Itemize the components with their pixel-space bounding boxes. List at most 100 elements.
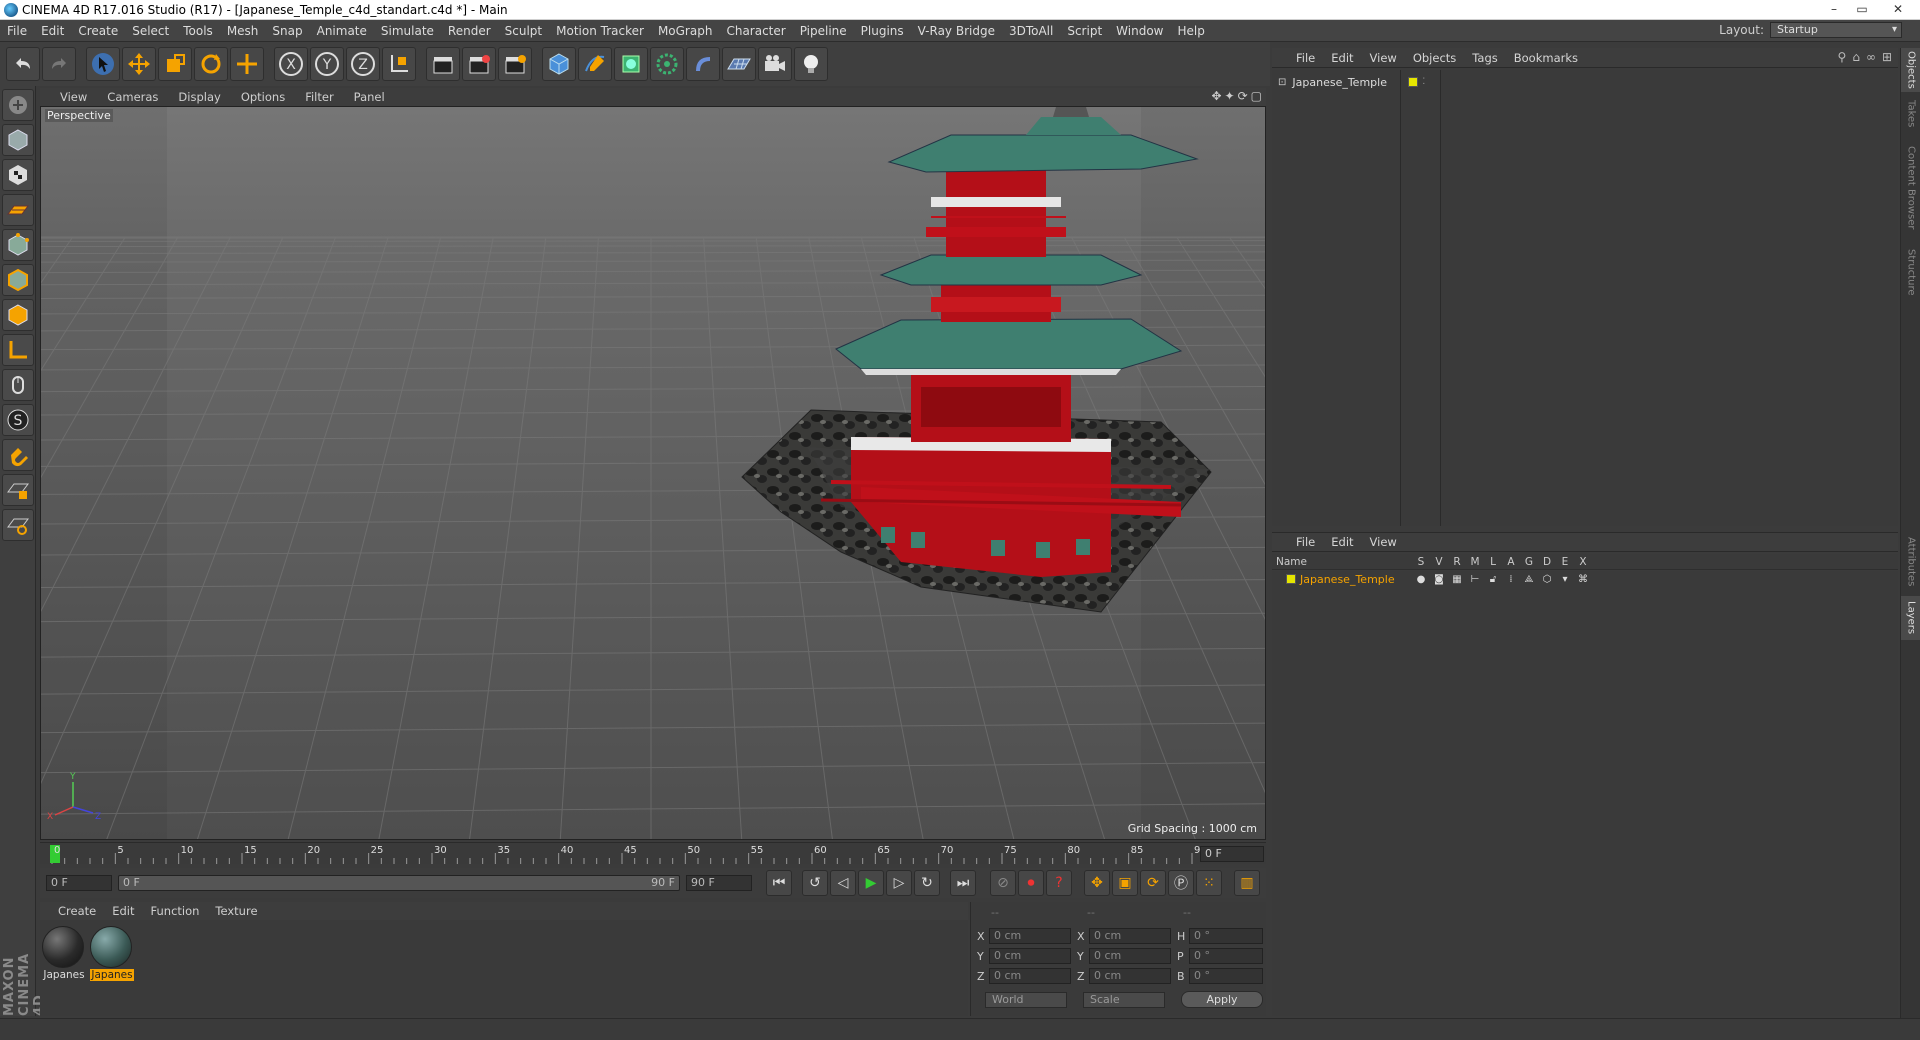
viewport-menu-filter[interactable]: Filter	[295, 90, 343, 104]
solo-mode-button[interactable]: S	[2, 404, 34, 436]
menu-snap[interactable]: Snap	[265, 24, 309, 38]
floor-object-button[interactable]	[722, 47, 756, 81]
autokeying-button[interactable]: ?	[1046, 870, 1072, 896]
tab-structure[interactable]: Structure	[1901, 242, 1920, 302]
key-rotation-button[interactable]: ⟳	[1140, 870, 1166, 896]
object-menu-bookmarks[interactable]: Bookmarks	[1506, 51, 1586, 65]
cube-object-button[interactable]	[542, 47, 576, 81]
render-settings-button[interactable]	[498, 47, 532, 81]
new-window-icon[interactable]: ⊞	[1882, 50, 1892, 64]
end-frame-field[interactable]: 90 F	[686, 875, 752, 891]
menu-motion-tracker[interactable]: Motion Tracker	[549, 24, 651, 38]
position-y-field[interactable]: 0 cm	[989, 948, 1071, 964]
animation-icon[interactable]: ⁞	[1502, 574, 1520, 585]
manager-icon[interactable]: ⊢	[1466, 574, 1484, 585]
tab-content-browser[interactable]: Content Browser	[1901, 138, 1920, 238]
scale-tool-button[interactable]	[158, 47, 192, 81]
light-object-button[interactable]	[794, 47, 828, 81]
col-locked[interactable]: L	[1484, 556, 1502, 568]
redo-button[interactable]	[42, 47, 76, 81]
minimize-button[interactable]: –	[1820, 0, 1848, 18]
solo-toggle-icon[interactable]: ●	[1412, 574, 1430, 585]
pan-icon[interactable]: ✥	[1211, 89, 1221, 103]
object-row[interactable]: ⊡ Japanese_Temple ⁚	[1272, 74, 1425, 90]
lock-workplane-button[interactable]	[2, 474, 34, 506]
col-generators[interactable]: G	[1520, 556, 1538, 568]
go-to-start-button[interactable]: ⏮	[766, 870, 792, 896]
menu-vray-bridge[interactable]: V-Ray Bridge	[911, 24, 1002, 38]
object-menu-view[interactable]: View	[1362, 51, 1405, 65]
size-y-field[interactable]: 0 cm	[1089, 948, 1171, 964]
material-swatch[interactable]: Japanes	[42, 926, 86, 981]
viewport-menu-display[interactable]: Display	[168, 90, 230, 104]
undo-button[interactable]	[6, 47, 40, 81]
tweak-mode-button[interactable]	[2, 369, 34, 401]
transform-tool-button[interactable]	[230, 47, 264, 81]
spline-pen-button[interactable]	[578, 47, 612, 81]
rotation-p-field[interactable]: 0 °	[1189, 948, 1263, 964]
z-axis-lock-button[interactable]: Z	[346, 47, 380, 81]
position-x-field[interactable]: 0 cm	[989, 928, 1071, 944]
close-button[interactable]: ✕	[1876, 0, 1920, 18]
orbit-icon[interactable]: ⟳	[1238, 89, 1248, 103]
render-clapper-icon[interactable]: ▦	[1448, 574, 1466, 585]
col-animation[interactable]: A	[1502, 556, 1520, 568]
menu-sculpt[interactable]: Sculpt	[498, 24, 549, 38]
maximize-button[interactable]: ▭	[1848, 0, 1876, 18]
material-swatch-selected[interactable]: Japanes	[90, 926, 134, 981]
col-name[interactable]: Name	[1272, 556, 1412, 568]
deformer-icon[interactable]: ⬡	[1538, 574, 1556, 585]
menu-mograph[interactable]: MoGraph	[651, 24, 720, 38]
object-name[interactable]: Japanese_Temple	[1292, 76, 1396, 89]
menu-simulate[interactable]: Simulate	[374, 24, 441, 38]
menu-3dtoall[interactable]: 3DToAll	[1002, 24, 1060, 38]
viewport-camera-label[interactable]: Perspective	[45, 109, 113, 122]
deformer-button[interactable]	[686, 47, 720, 81]
x-axis-lock-button[interactable]: X	[274, 47, 308, 81]
link-icon[interactable]: ∞	[1866, 50, 1876, 64]
layer-name[interactable]: Japanese_Temple	[1300, 573, 1395, 586]
rotation-b-field[interactable]: 0 °	[1189, 968, 1263, 984]
axis-mode-button[interactable]	[2, 334, 34, 366]
object-menu-file[interactable]: File	[1288, 51, 1323, 65]
coordinate-system-button[interactable]	[382, 47, 416, 81]
menu-character[interactable]: Character	[719, 24, 792, 38]
planar-workplane-button[interactable]	[2, 509, 34, 541]
polygons-mode-button[interactable]	[2, 299, 34, 331]
menu-select[interactable]: Select	[125, 24, 176, 38]
generator-icon[interactable]: ⟁	[1520, 574, 1538, 585]
start-frame-field[interactable]: 0 F	[46, 875, 112, 891]
size-z-field[interactable]: 0 cm	[1089, 968, 1171, 984]
col-expressions[interactable]: E	[1556, 556, 1574, 568]
key-pla-button[interactable]: ⁙	[1196, 870, 1222, 896]
menu-render[interactable]: Render	[441, 24, 498, 38]
expression-icon[interactable]: ▾	[1556, 574, 1574, 585]
menu-mesh[interactable]: Mesh	[220, 24, 266, 38]
viewport-menu-options[interactable]: Options	[231, 90, 295, 104]
layer-color-swatch[interactable]	[1408, 77, 1419, 87]
tab-attributes[interactable]: Attributes	[1901, 532, 1920, 592]
size-x-field[interactable]: 0 cm	[1089, 928, 1171, 944]
rotation-h-field[interactable]: 0 °	[1189, 928, 1263, 944]
preview-range-slider[interactable]: 0 F 90 F	[118, 875, 680, 891]
menu-file[interactable]: File	[0, 24, 34, 38]
menu-animate[interactable]: Animate	[310, 24, 374, 38]
xref-icon[interactable]: ⌘	[1574, 574, 1592, 585]
lock-icon[interactable]: 🔓︎	[1484, 574, 1502, 585]
key-parameter-button[interactable]: Ⓟ	[1168, 870, 1194, 896]
points-mode-button[interactable]	[2, 229, 34, 261]
apply-button[interactable]: Apply	[1181, 991, 1263, 1008]
viewport-menu-panel[interactable]: Panel	[344, 90, 395, 104]
record-active-objects-button[interactable]: ⏺	[1018, 870, 1044, 896]
position-z-field[interactable]: 0 cm	[989, 968, 1071, 984]
move-tool-button[interactable]	[122, 47, 156, 81]
play-button[interactable]: ▶	[858, 870, 884, 896]
go-to-end-button[interactable]: ⏭	[950, 870, 976, 896]
cloner-button[interactable]	[650, 47, 684, 81]
menu-window[interactable]: Window	[1109, 24, 1170, 38]
workplane-mode-button[interactable]	[2, 194, 34, 226]
col-solo[interactable]: S	[1412, 556, 1430, 568]
menu-edit[interactable]: Edit	[34, 24, 71, 38]
tab-layers[interactable]: Layers	[1901, 596, 1920, 640]
timeline-ruler[interactable]: 051015202530354045505560657075808590 0 F	[40, 842, 1266, 864]
